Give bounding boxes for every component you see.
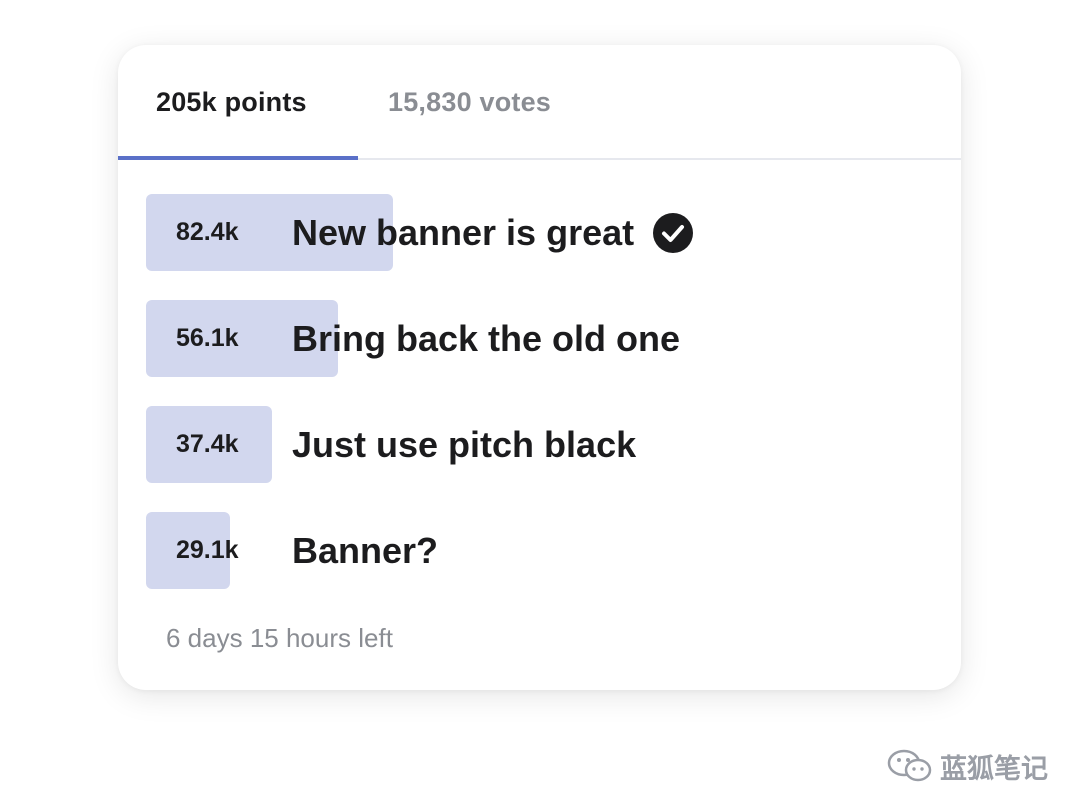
option-label: Banner? [292,530,439,571]
tab-points[interactable]: 205k points [156,87,307,118]
poll-option[interactable]: 56.1k Bring back the old one [146,300,936,377]
tab-votes[interactable]: 15,830 votes [388,87,551,118]
poll-card: 205k points 15,830 votes 82.4k New banne… [118,45,961,690]
active-tab-indicator [118,156,358,160]
option-count: 56.1k [176,324,239,352]
check-circle-icon [653,212,694,253]
option-label-row: Banner? [292,512,438,589]
wechat-icon [887,749,932,782]
option-label-row: Bring back the old one [292,300,680,377]
poll-option[interactable]: 29.1k Banner? [146,512,936,589]
poll-option[interactable]: 37.4k Just use pitch black [146,406,936,483]
option-label: Just use pitch black [292,424,637,465]
option-count: 37.4k [176,430,239,458]
option-count: 29.1k [176,536,239,564]
option-label-row: New banner is great [292,194,694,271]
option-label: Bring back the old one [292,318,681,359]
watermark: 蓝狐笔记 [886,748,1048,784]
watermark-text: 蓝狐笔记 [940,753,1048,784]
poll-tabs: 205k points 15,830 votes [118,45,961,160]
option-label-row: Just use pitch black [292,406,636,483]
option-count: 82.4k [176,218,239,246]
poll-option[interactable]: 82.4k New banner is great [146,194,936,271]
poll-screenshot: 205k points 15,830 votes 82.4k New banne… [0,0,1080,786]
time-remaining: 6 days 15 hours left [166,623,393,653]
option-label: New banner is great [292,212,635,253]
poll-options: 82.4k New banner is great 56.1k Bring ba… [146,194,936,618]
